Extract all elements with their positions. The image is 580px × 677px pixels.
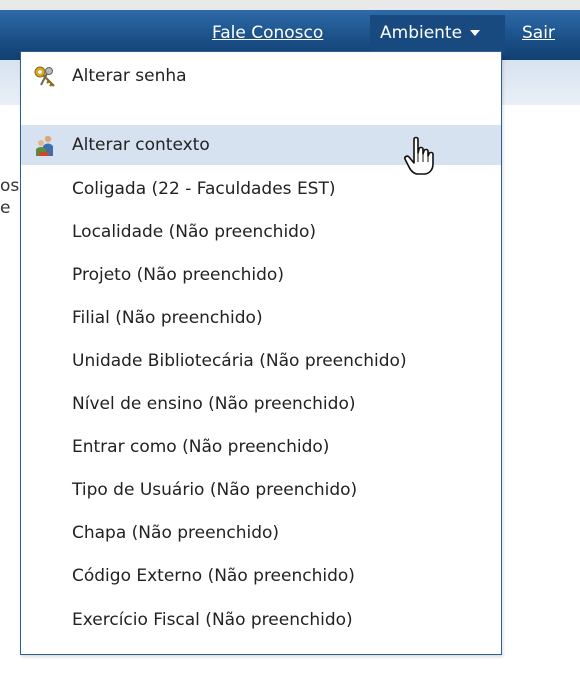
environment-menu-label: Ambiente (380, 23, 463, 43)
menu-item-filial[interactable]: Filial (Não preenchido) (21, 298, 501, 338)
menu-item-unidade-bibliotecaria[interactable]: Unidade Bibliotecária (Não preenchido) (21, 341, 501, 381)
environment-menu-button[interactable]: Ambiente (370, 15, 505, 55)
menu-item-label: Alterar senha (72, 66, 187, 86)
window-top-strip (0, 0, 580, 10)
menu-item-label: Exercício Fiscal (Não preenchido) (72, 610, 353, 630)
menu-item-tipo-de-usuario[interactable]: Tipo de Usuário (Não preenchido) (21, 470, 501, 510)
hand-pointer-cursor-icon (404, 136, 434, 175)
menu-item-label: Entrar como (Não preenchido) (72, 437, 330, 457)
menu-item-label: Filial (Não preenchido) (72, 308, 263, 328)
menu-item-change-password[interactable]: Alterar senha (21, 56, 501, 96)
menu-item-label: Unidade Bibliotecária (Não preenchido) (72, 351, 407, 371)
menu-item-chapa[interactable]: Chapa (Não preenchido) (21, 513, 501, 553)
contact-link[interactable]: Fale Conosco (212, 23, 323, 43)
background-text-fragment: e (0, 198, 11, 218)
menu-item-projeto[interactable]: Projeto (Não preenchido) (21, 255, 501, 295)
keys-icon (34, 66, 55, 87)
users-context-icon (36, 135, 53, 156)
menu-item-label: Projeto (Não preenchido) (72, 265, 284, 285)
menu-item-exercicio-fiscal[interactable]: Exercício Fiscal (Não preenchido) (21, 600, 501, 640)
menu-item-label: Nível de ensino (Não preenchido) (72, 394, 356, 414)
menu-item-entrar-como[interactable]: Entrar como (Não preenchido) (21, 427, 501, 467)
exit-link[interactable]: Sair (522, 23, 555, 43)
menu-item-codigo-externo[interactable]: Código Externo (Não preenchido) (21, 556, 501, 596)
menu-item-localidade[interactable]: Localidade (Não preenchido) (21, 212, 501, 252)
menu-item-label: Chapa (Não preenchido) (72, 523, 280, 543)
background-text-fragment: os (0, 176, 20, 196)
menu-item-label: Código Externo (Não preenchido) (72, 566, 355, 586)
menu-item-label: Coligada (22 - Faculdades EST) (72, 179, 336, 199)
menu-item-label: Tipo de Usuário (Não preenchido) (72, 480, 358, 500)
caret-down-icon (470, 30, 481, 36)
menu-item-label: Alterar contexto (72, 135, 210, 155)
menu-item-nivel-de-ensino[interactable]: Nível de ensino (Não preenchido) (21, 384, 501, 424)
menu-item-label: Localidade (Não preenchido) (72, 222, 316, 242)
